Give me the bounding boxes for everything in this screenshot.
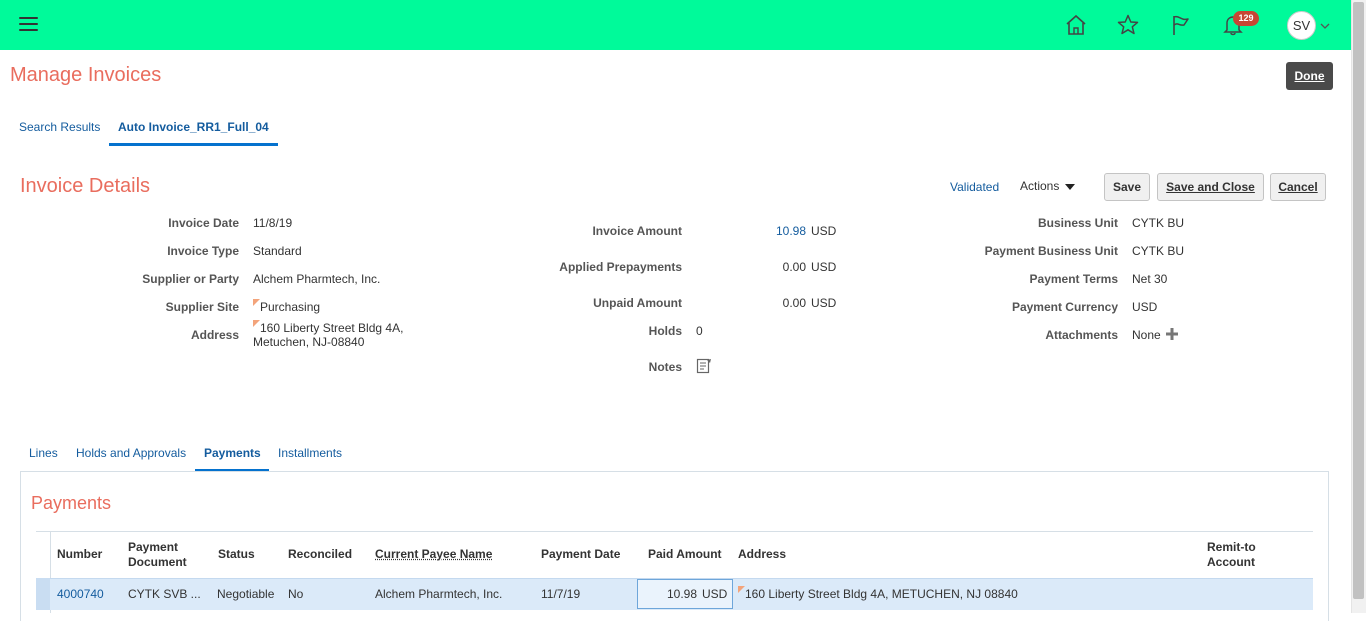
home-icon[interactable]: [1064, 13, 1088, 37]
payment-terms-value: Net 30: [1132, 272, 1167, 286]
payment-currency-value: USD: [1132, 300, 1157, 314]
payment-business-unit-value: CYTK BU: [1132, 244, 1184, 258]
tab-installments[interactable]: Installments: [278, 446, 342, 460]
payment-date-cell: 11/7/19: [541, 587, 580, 601]
flag-icon[interactable]: [1169, 13, 1193, 37]
invoice-date-value: 11/8/19: [253, 216, 292, 230]
supplier-label: Supplier or Party: [142, 272, 239, 286]
table-top-border: [36, 531, 1313, 532]
payment-terms-label: Payment Terms: [1030, 272, 1118, 286]
holds-value: 0: [696, 324, 703, 338]
unpaid-amount-currency: USD: [811, 296, 836, 310]
tab-auto-invoice[interactable]: Auto Invoice_RR1_Full_04: [118, 120, 269, 134]
attachments-value: None: [1132, 328, 1161, 342]
supplier-site-value: Purchasing: [253, 300, 320, 314]
applied-prepayments-currency: USD: [811, 260, 836, 274]
unpaid-amount-label: Unpaid Amount: [593, 296, 682, 310]
col-remit-to-account-2[interactable]: Account: [1207, 555, 1255, 570]
tab-lines[interactable]: Lines: [29, 446, 58, 460]
payment-address-text: 160 Liberty Street Bldg 4A, METUCHEN, NJ…: [745, 587, 1018, 601]
save-and-close-label: Save and Close: [1166, 180, 1255, 194]
payee-cell: Alchem Pharmtech, Inc.: [375, 587, 502, 601]
validation-status-link[interactable]: Validated: [950, 180, 999, 194]
global-header: [0, 0, 1351, 50]
invoice-amount-currency: USD: [811, 224, 836, 238]
flag-marker-icon: [253, 320, 260, 327]
page-title: Manage Invoices: [10, 64, 161, 87]
invoice-amount-label: Invoice Amount: [592, 224, 682, 238]
supplier-site-label: Supplier Site: [166, 300, 239, 314]
col-status[interactable]: Status: [218, 547, 255, 562]
business-unit-label: Business Unit: [1038, 216, 1118, 230]
notification-count-badge[interactable]: 129: [1233, 11, 1259, 26]
applied-prepayments-label: Applied Prepayments: [559, 260, 682, 274]
chevron-down-icon[interactable]: [1320, 20, 1330, 30]
actions-label: Actions: [1020, 179, 1059, 193]
invoice-details-title: Invoice Details: [20, 175, 150, 198]
payment-document-cell: CYTK SVB ...: [128, 587, 201, 601]
address-line1: 160 Liberty Street Bldg 4A,: [253, 321, 403, 335]
col-remit-to-account-1[interactable]: Remit-to: [1207, 540, 1256, 555]
payment-number-link[interactable]: 4000740: [57, 587, 104, 601]
user-avatar[interactable]: SV: [1287, 11, 1316, 40]
unpaid-amount-value: 0.00: [783, 296, 806, 310]
invoice-amount-value[interactable]: 10.98: [776, 224, 806, 238]
col-payment-date[interactable]: Payment Date: [541, 547, 620, 562]
payment-address-cell: 160 Liberty Street Bldg 4A, METUCHEN, NJ…: [738, 587, 1018, 601]
col-number[interactable]: Number: [57, 547, 102, 562]
invoice-type-value: Standard: [253, 244, 302, 258]
status-cell: Negotiable: [217, 587, 274, 601]
save-and-close-button[interactable]: Save and Close: [1157, 173, 1264, 201]
invoice-date-label: Invoice Date: [168, 216, 239, 230]
active-tab-indicator: [109, 143, 278, 146]
cancel-button[interactable]: Cancel: [1270, 173, 1326, 201]
add-attachment-icon[interactable]: [1165, 327, 1179, 341]
address-label: Address: [191, 328, 239, 342]
address-line1-text: 160 Liberty Street Bldg 4A,: [260, 321, 403, 335]
payment-currency-label: Payment Currency: [1012, 300, 1118, 314]
supplier-value: Alchem Pharmtech, Inc.: [253, 272, 380, 286]
holds-label: Holds: [649, 324, 682, 338]
actions-menu[interactable]: Actions: [1020, 179, 1075, 193]
done-button[interactable]: Done: [1286, 62, 1333, 90]
col-current-payee-name[interactable]: Current Payee Name: [375, 547, 492, 562]
favorites-star-icon[interactable]: [1116, 13, 1140, 37]
flag-marker-icon: [253, 299, 260, 306]
col-reconciled[interactable]: Reconciled: [288, 547, 352, 562]
tab-search-results[interactable]: Search Results: [19, 120, 100, 134]
applied-prepayments-value: 0.00: [783, 260, 806, 274]
supplier-site-text: Purchasing: [260, 300, 320, 314]
row-selector[interactable]: [36, 578, 50, 610]
scrollbar-thumb[interactable]: [1353, 2, 1364, 599]
done-button-label: Done: [1295, 69, 1325, 83]
col-payment-document-1[interactable]: Payment: [128, 540, 178, 555]
reconciled-cell: No: [288, 587, 303, 601]
attachments-label: Attachments: [1045, 328, 1118, 342]
tab-payments[interactable]: Payments: [204, 446, 261, 460]
notes-label: Notes: [649, 360, 682, 374]
col-payment-document-2[interactable]: Document: [128, 555, 187, 570]
paid-amount-currency: USD: [702, 587, 727, 601]
paid-amount-cell[interactable]: 10.98: [667, 587, 697, 601]
cancel-label: Cancel: [1278, 180, 1317, 194]
address-line2: Metuchen, NJ-08840: [253, 335, 364, 349]
menu-icon[interactable]: [19, 17, 38, 31]
col-paid-amount[interactable]: Paid Amount: [648, 547, 722, 562]
payments-title: Payments: [31, 493, 111, 514]
payment-business-unit-label: Payment Business Unit: [985, 244, 1118, 258]
caret-down-icon: [1065, 184, 1075, 190]
tab-holds-and-approvals[interactable]: Holds and Approvals: [76, 446, 186, 460]
save-button[interactable]: Save: [1104, 173, 1150, 201]
invoice-type-label: Invoice Type: [167, 244, 239, 258]
business-unit-value: CYTK BU: [1132, 216, 1184, 230]
col-address[interactable]: Address: [738, 547, 786, 562]
notes-edit-icon[interactable]: [696, 358, 712, 374]
flag-marker-icon: [738, 586, 745, 593]
